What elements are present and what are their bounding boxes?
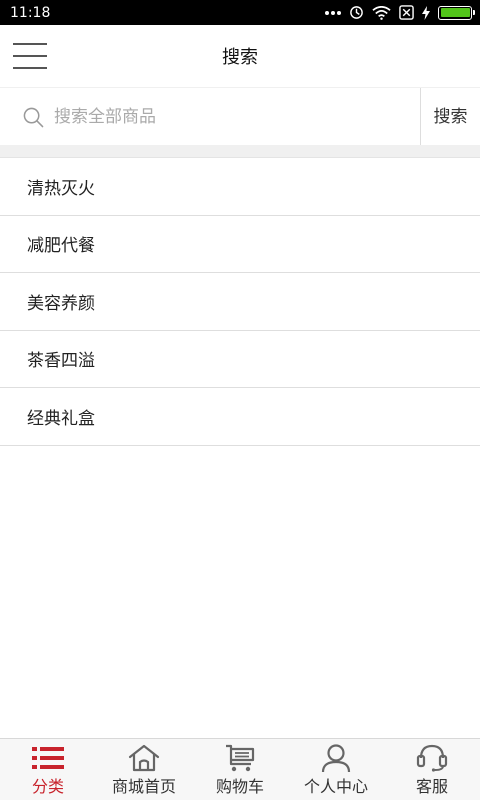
more-dots-icon — [325, 10, 341, 15]
status-bar: 11:18 — [0, 0, 480, 25]
status-time: 11:18 — [10, 4, 51, 21]
wifi-icon — [372, 5, 391, 20]
section-divider — [0, 145, 480, 158]
page-title: 搜索 — [222, 47, 258, 68]
tab-label: 个人中心 — [303, 777, 368, 796]
tab-label: 商城首页 — [111, 777, 176, 796]
search-bar: 搜索 — [0, 87, 480, 146]
status-icons — [325, 5, 475, 20]
list-item[interactable]: 经典礼盒 — [0, 388, 480, 446]
charging-icon — [422, 5, 430, 20]
cart-icon — [223, 743, 257, 773]
headset-icon — [415, 743, 449, 773]
list-icon — [31, 743, 65, 773]
tab-customer-service[interactable]: 客服 — [384, 739, 480, 800]
search-icon — [23, 107, 44, 128]
battery-icon — [438, 5, 475, 20]
tab-label: 购物车 — [215, 777, 264, 796]
no-sim-icon — [399, 5, 414, 20]
battery-level — [440, 8, 470, 17]
tab-home[interactable]: 商城首页 — [96, 739, 192, 800]
sync-icon — [350, 6, 363, 19]
tab-label: 分类 — [31, 777, 64, 796]
search-button[interactable]: 搜索 — [421, 88, 480, 146]
tab-label: 客服 — [415, 777, 448, 796]
list-item[interactable]: 清热灭火 — [0, 158, 480, 216]
tab-category[interactable]: 分类 — [0, 739, 96, 800]
app-header: 搜索 — [0, 25, 480, 87]
list-item[interactable]: 美容养颜 — [0, 273, 480, 331]
user-icon — [319, 743, 353, 773]
category-list: 清热灭火 减肥代餐 美容养颜 茶香四溢 经典礼盒 — [0, 158, 480, 446]
bottom-tab-bar: 分类 商城首页 购物车 个人中心 客服 — [0, 738, 480, 800]
list-item[interactable]: 减肥代餐 — [0, 215, 480, 273]
tab-cart[interactable]: 购物车 — [192, 739, 288, 800]
tab-user-center[interactable]: 个人中心 — [288, 739, 384, 800]
search-input[interactable] — [54, 102, 414, 132]
home-icon — [127, 743, 161, 773]
list-item[interactable]: 茶香四溢 — [0, 330, 480, 388]
